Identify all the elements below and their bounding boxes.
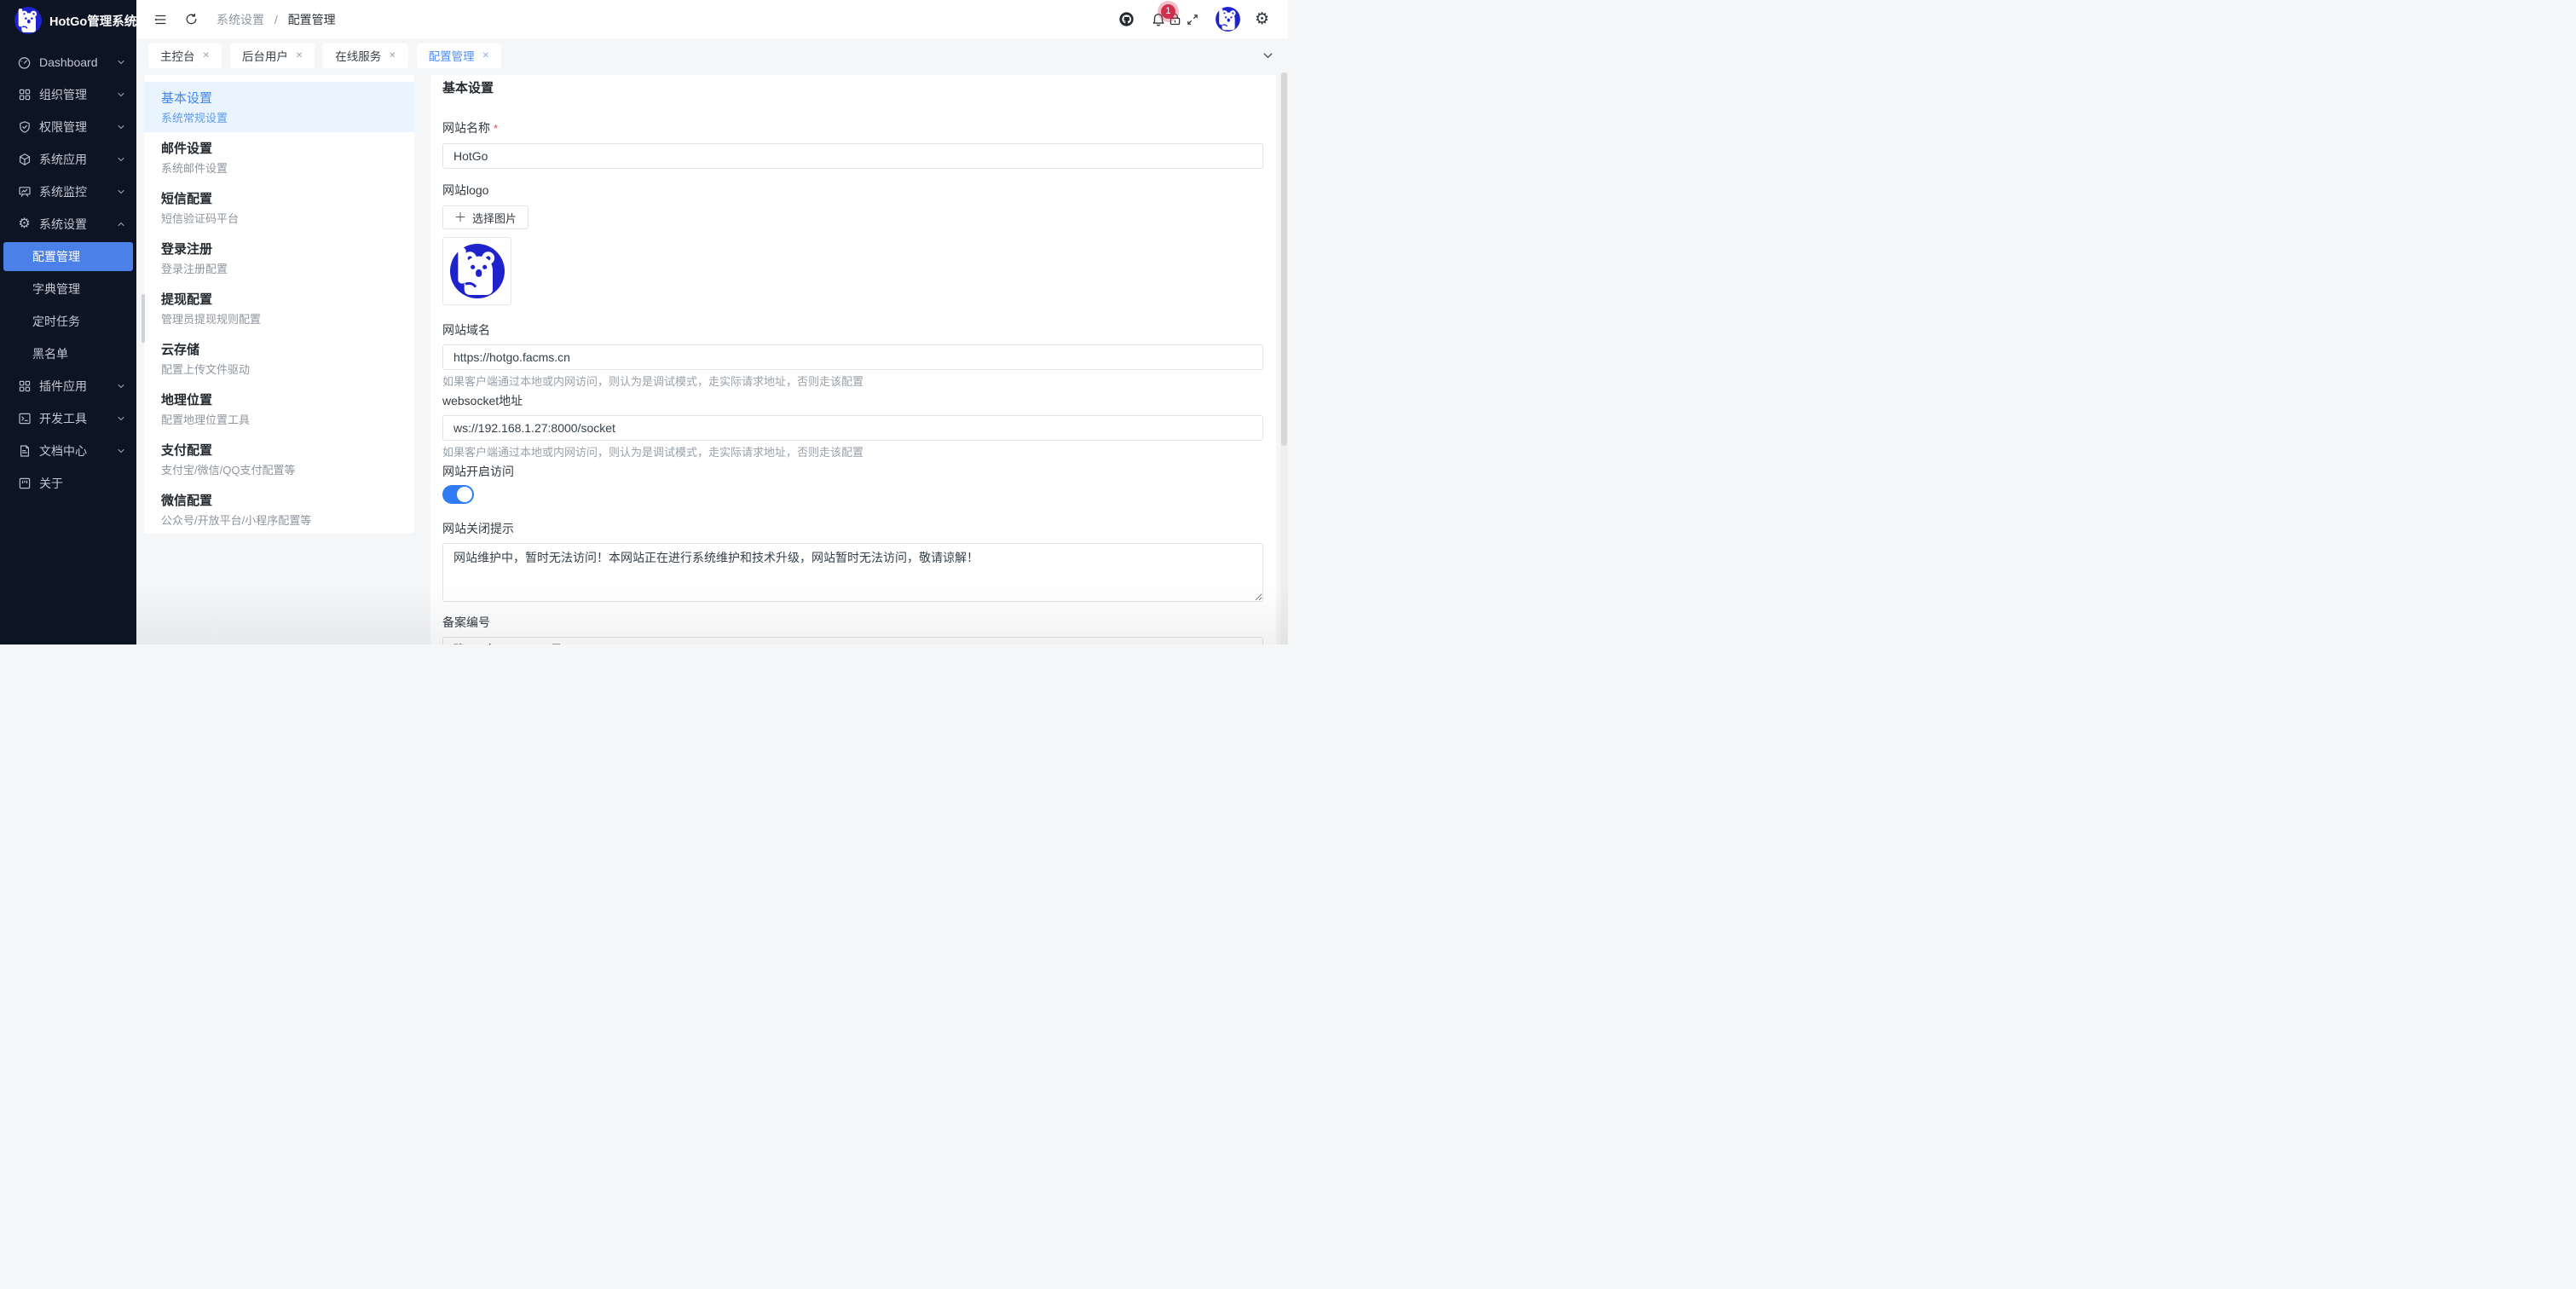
settings-nav-geolocation[interactable]: 地理位置 配置地理位置工具 (144, 384, 414, 434)
tab-close-icon[interactable]: ✕ (389, 51, 396, 61)
app-title: HotGo管理系统 (49, 12, 136, 30)
settings-nav-login-register[interactable]: 登录注册 登录注册配置 (144, 233, 414, 283)
sidebar-item-system-monitor[interactable]: 系统监控 (0, 176, 136, 208)
tab-backend-users[interactable]: 后台用户 ✕ (230, 43, 315, 68)
sidebar-item-docs-center[interactable]: 文档中心 (0, 435, 136, 467)
koala-logo-image (450, 244, 505, 298)
site-domain-input[interactable] (442, 344, 1263, 370)
sidebar-subitem-config-management[interactable]: 配置管理 (3, 242, 133, 271)
settings-nav-panel: 基本设置 系统常规设置 邮件设置 系统邮件设置 短信配置 短信验证码平台 登录注… (144, 75, 414, 534)
settings-nav-withdrawal[interactable]: 提现配置 管理员提现规则配置 (144, 283, 414, 333)
chevron-up-icon (116, 219, 126, 229)
sidebar-item-system-settings[interactable]: ⚙ 系统设置 (0, 208, 136, 240)
cube-icon (17, 153, 32, 167)
settings-gear-icon[interactable]: ⚙ (1255, 11, 1269, 27)
sidebar-item-dev-tools[interactable]: 开发工具 (0, 402, 136, 435)
site-domain-hint: 如果客户端通过本地或内网访问，则认为是调试模式，走实际请求地址，否则走该配置 (442, 373, 1263, 390)
sidebar-item-plugins[interactable]: 插件应用 (0, 370, 136, 402)
app-logo[interactable]: HotGo管理系统 (0, 0, 136, 39)
site-name-input[interactable] (442, 143, 1263, 169)
sidebar-item-organization[interactable]: 组织管理 (0, 78, 136, 111)
settings-nav-email[interactable]: 邮件设置 系统邮件设置 (144, 132, 414, 182)
notification-badge: 1 (1161, 4, 1175, 19)
monitor-chart-icon (17, 185, 32, 199)
breadcrumb: 系统设置 / 配置管理 (217, 11, 336, 28)
notifications-button[interactable]: 1 (1150, 11, 1167, 28)
koala-logo-icon (14, 7, 42, 34)
form-heading: 基本设置 (442, 79, 1263, 98)
grid-icon (17, 379, 32, 394)
site-open-toggle[interactable] (442, 485, 474, 504)
chevron-down-icon (116, 122, 126, 132)
basic-settings-form: 基本设置 网站名称* 网站logo ＋ 选择图片 网站域名 如果客户端通过本地或… (430, 75, 1276, 644)
websocket-label: websocket地址 (442, 391, 1263, 410)
site-open-label: 网站开启访问 (442, 462, 1263, 481)
chevron-down-icon (116, 154, 126, 165)
close-tip-label: 网站关闭提示 (442, 519, 1263, 538)
site-domain-label: 网站域名 (442, 321, 1263, 339)
tab-close-icon[interactable]: ✕ (296, 51, 303, 61)
tabbar-chevron-down-icon[interactable] (1262, 38, 1274, 72)
chevron-down-icon (116, 381, 126, 391)
breadcrumb-parent[interactable]: 系统设置 (217, 13, 264, 26)
tab-close-icon[interactable]: ✕ (203, 51, 210, 61)
top-header: 系统设置 / 配置管理 1 ⚙ (136, 0, 1288, 38)
grid-icon (17, 88, 32, 102)
sidebar-submenu-system-settings: 配置管理 字典管理 定时任务 黑名单 (0, 242, 136, 370)
close-tip-textarea[interactable]: 网站维护中，暂时无法访问！本网站正在进行系统维护和技术升级，网站暂时无法访问，敬… (442, 543, 1263, 602)
frame-icon (17, 477, 32, 491)
icp-label: 备案编号 (442, 613, 1263, 632)
sidebar-subitem-dictionary[interactable]: 字典管理 (0, 273, 136, 305)
breadcrumb-separator: / (274, 13, 278, 26)
github-icon[interactable] (1118, 11, 1135, 28)
sidebar-item-dashboard[interactable]: Dashboard (0, 46, 136, 78)
chevron-down-icon (116, 187, 126, 197)
settings-nav-wechat[interactable]: 微信配置 公众号/开放平台/小程序配置等 (144, 484, 414, 534)
tab-bar: 主控台 ✕ 后台用户 ✕ 在线服务 ✕ 配置管理 ✕ (136, 38, 1288, 72)
websocket-input[interactable] (442, 415, 1263, 441)
sidebar-item-about[interactable]: 关于 (0, 467, 136, 500)
tab-console[interactable]: 主控台 ✕ (148, 43, 222, 68)
sidebar-subitem-blacklist[interactable]: 黑名单 (0, 338, 136, 370)
gear-icon: ⚙ (17, 217, 32, 232)
websocket-hint: 如果客户端通过本地或内网访问，则认为是调试模式，走实际请求地址，否则走该配置 (442, 444, 1263, 460)
settings-nav-sms[interactable]: 短信配置 短信验证码平台 (144, 182, 414, 233)
app-window: HotGo管理系统 Dashboard 组织管理 (0, 0, 1288, 644)
tab-config-management[interactable]: 配置管理 ✕ (417, 43, 501, 68)
plus-icon: ＋ (454, 209, 466, 226)
settings-nav-basic[interactable]: 基本设置 系统常规设置 (144, 82, 414, 132)
site-logo-label: 网站logo (442, 181, 1263, 199)
settings-nav-scrollbar[interactable] (142, 294, 145, 343)
vertical-scrollbar[interactable] (1280, 72, 1288, 644)
refresh-icon[interactable] (182, 11, 199, 28)
sidebar: HotGo管理系统 Dashboard 组织管理 (0, 0, 136, 644)
vertical-scrollbar-thumb[interactable] (1281, 72, 1287, 446)
document-icon (17, 444, 32, 459)
shield-check-icon (17, 120, 32, 135)
sidebar-menu: Dashboard 组织管理 权限管理 (0, 46, 136, 500)
avatar[interactable] (1216, 7, 1240, 32)
terminal-icon (17, 412, 32, 426)
chevron-down-icon (116, 57, 126, 67)
toggle-knob (457, 487, 472, 502)
sidebar-subitem-scheduled-tasks[interactable]: 定时任务 (0, 305, 136, 338)
dashboard-icon (17, 55, 32, 70)
site-name-label: 网站名称* (442, 118, 1263, 138)
chevron-down-icon (116, 446, 126, 456)
tab-online-service[interactable]: 在线服务 ✕ (323, 43, 407, 68)
pick-image-button[interactable]: ＋ 选择图片 (442, 205, 528, 229)
required-asterisk: * (494, 122, 498, 135)
settings-nav-payment[interactable]: 支付配置 支付宝/微信/QQ支付配置等 (144, 434, 414, 484)
chevron-down-icon (116, 90, 126, 100)
tab-close-icon[interactable]: ✕ (482, 51, 489, 61)
site-logo-preview[interactable] (442, 237, 511, 305)
breadcrumb-current: 配置管理 (288, 13, 336, 26)
collapse-sidebar-icon[interactable] (152, 11, 169, 28)
chevron-down-icon (116, 413, 126, 424)
sidebar-item-permissions[interactable]: 权限管理 (0, 111, 136, 143)
sidebar-item-system-apps[interactable]: 系统应用 (0, 143, 136, 176)
fullscreen-icon[interactable] (1184, 11, 1201, 28)
icp-input[interactable] (442, 637, 1263, 644)
settings-nav-cloud-storage[interactable]: 云存储 配置上传文件驱动 (144, 333, 414, 384)
